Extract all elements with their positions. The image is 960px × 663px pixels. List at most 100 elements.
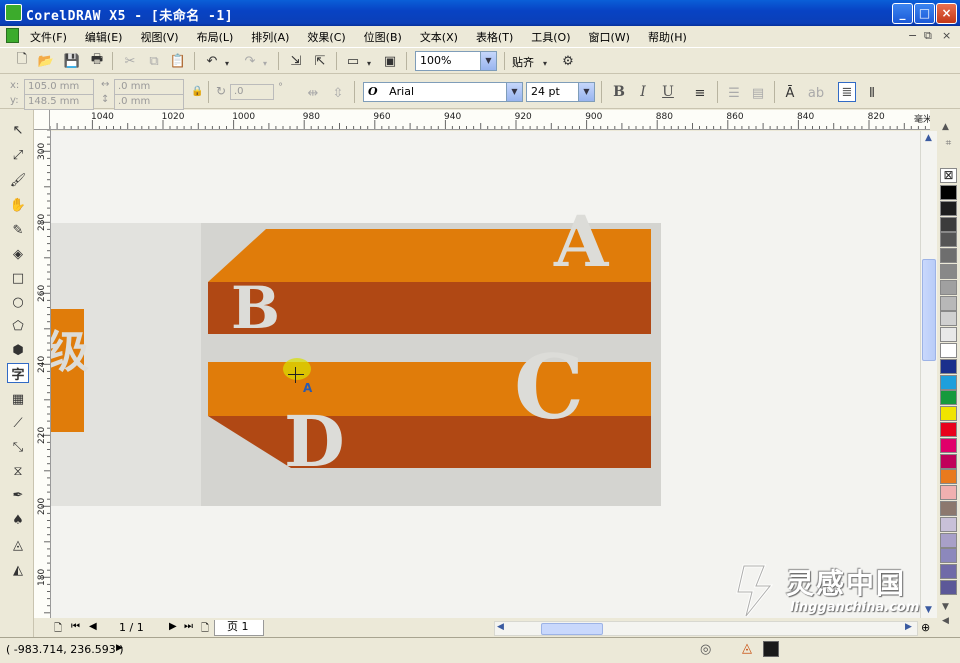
interactive-fill-icon[interactable]: ◭	[7, 560, 29, 580]
undo-icon[interactable]: ↶	[202, 51, 222, 71]
palette-swatch[interactable]	[940, 311, 957, 327]
palette-swatch[interactable]	[940, 422, 957, 437]
drop-cap-icon[interactable]: ▤	[748, 83, 768, 103]
menu-item[interactable]: 帮助(H)	[648, 29, 687, 45]
open-icon[interactable]: 📂	[36, 51, 56, 71]
document-icon[interactable]	[6, 28, 19, 43]
ruler-origin[interactable]	[34, 110, 50, 130]
horizontal-scroll-thumb[interactable]	[541, 623, 603, 635]
pick-tool-icon[interactable]: ↖	[7, 120, 29, 140]
status-expand-icon[interactable]: ▶	[116, 643, 123, 653]
palette-swatch[interactable]	[940, 279, 957, 295]
x-position-field[interactable]: 105.0 mm	[24, 79, 94, 95]
outline-pen-icon[interactable]: ♠	[7, 510, 29, 530]
letter-b[interactable]: B	[231, 279, 280, 337]
table-tool-icon[interactable]: ▦	[7, 389, 29, 409]
snap-to-label[interactable]: 贴齐	[512, 54, 534, 70]
vertical-ruler[interactable]: 300 280 260 240 220 200 180	[34, 130, 51, 618]
doc-close-icon[interactable]: ×	[942, 29, 951, 42]
first-page-icon[interactable]: ⏮	[71, 621, 80, 632]
outline-color-icon[interactable]: ◎	[700, 642, 711, 657]
menu-item[interactable]: 窗口(W)	[589, 29, 630, 45]
doc-restore-icon[interactable]: ⧉	[924, 29, 932, 43]
palette-swatch[interactable]	[940, 232, 957, 248]
zoom-navigator-icon[interactable]: ⊕	[921, 621, 930, 634]
menu-item[interactable]: 文件(F)	[30, 29, 67, 45]
width-field[interactable]: .0 mm	[114, 79, 184, 95]
blend-tool-icon[interactable]: ⧖	[7, 461, 29, 481]
minimize-button[interactable]: _	[892, 3, 913, 24]
menu-item[interactable]: 表格(T)	[476, 29, 513, 45]
options-icon[interactable]: ⚙	[558, 51, 578, 71]
vertical-scroll-thumb[interactable]	[922, 259, 936, 361]
doc-minimize-icon[interactable]: −	[908, 29, 917, 42]
palette-swatch[interactable]	[940, 469, 957, 485]
palette-swatch[interactable]	[940, 216, 957, 232]
coreldraw-app-icon[interactable]	[5, 4, 22, 21]
smart-fill-icon[interactable]: ◈	[7, 244, 29, 264]
freehand-tool-icon[interactable]: ✎	[7, 220, 29, 240]
menu-item[interactable]: 布局(L)	[197, 29, 234, 45]
palette-swatch[interactable]	[940, 358, 957, 374]
menu-item[interactable]: 编辑(E)	[85, 29, 123, 45]
palette-swatch[interactable]	[940, 295, 957, 311]
scroll-right-icon[interactable]: ▶	[905, 622, 912, 632]
lock-ratio-icon[interactable]: 🔒	[191, 86, 203, 97]
add-page-after-icon[interactable]: 🗋	[201, 621, 209, 638]
page-tab-1[interactable]: 页 1	[214, 620, 264, 636]
next-page-icon[interactable]: ▶	[169, 621, 177, 632]
menu-item[interactable]: 效果(C)	[307, 29, 345, 45]
palette-swatch[interactable]	[940, 264, 957, 279]
application-launcher-icon[interactable]: ▭	[343, 51, 363, 71]
bullet-list-icon[interactable]: ☰	[724, 83, 744, 103]
palette-swatch[interactable]	[940, 185, 957, 200]
connector-tool-icon[interactable]: ⤡	[7, 437, 29, 457]
palette-swatch[interactable]	[940, 564, 957, 580]
dimension-tool-icon[interactable]: ⟋	[7, 413, 29, 433]
bold-button[interactable]: B	[610, 82, 628, 102]
palette-swatch[interactable]	[940, 485, 957, 501]
palette-swatch[interactable]	[940, 200, 957, 216]
palette-swatch[interactable]	[940, 437, 957, 453]
font-family-select[interactable]: O Arial ▼	[363, 82, 523, 102]
save-icon[interactable]: 💾	[62, 51, 82, 71]
undo-dropdown-icon[interactable]: ▾	[222, 53, 232, 73]
copy-icon[interactable]: ⧉	[144, 51, 164, 71]
text-align-icon[interactable]: ≡	[690, 83, 710, 103]
launcher-dropdown-icon[interactable]: ▾	[364, 53, 374, 73]
drawing-canvas[interactable]: A B C D 级 A	[51, 131, 920, 618]
menu-item[interactable]: 文本(X)	[420, 29, 458, 45]
character-formatting-icon[interactable]: Ā	[780, 83, 800, 103]
ellipse-tool-icon[interactable]: ○	[7, 292, 29, 312]
scroll-up-icon[interactable]: ▲	[925, 133, 932, 143]
edit-text-icon[interactable]: ab	[806, 83, 826, 103]
vertical-scrollbar[interactable]: ▲ ▼	[920, 131, 937, 618]
mirror-vertical-icon[interactable]: ⇳	[328, 83, 348, 103]
vertical-text-icon[interactable]: ⦀	[862, 83, 882, 103]
paste-icon[interactable]: 📋	[168, 51, 188, 71]
new-document-icon[interactable]: 🗋	[12, 51, 32, 71]
fill-tool-icon[interactable]: ◬	[7, 535, 29, 555]
import-icon[interactable]: ⇲	[286, 51, 306, 71]
smudge-brush-icon[interactable]: 🖌	[7, 170, 29, 190]
last-page-icon[interactable]: ⏭	[184, 621, 193, 632]
maximize-button[interactable]: □	[914, 3, 935, 24]
palette-swatch[interactable]	[940, 580, 957, 595]
fill-color-icon[interactable]: ◬	[742, 641, 752, 656]
menu-item[interactable]: 位图(B)	[364, 29, 402, 45]
palette-swatch[interactable]	[940, 501, 957, 516]
letter-d[interactable]: D	[284, 407, 345, 469]
snap-dropdown-icon[interactable]: ▾	[540, 53, 550, 73]
scroll-left-icon[interactable]: ◀	[497, 622, 504, 632]
horizontal-text-button[interactable]: ≣	[838, 82, 856, 102]
text-tool-icon[interactable]: 字	[7, 363, 29, 383]
horizontal-scrollbar[interactable]: ◀ ▶	[494, 621, 918, 636]
height-field[interactable]: .0 mm	[114, 94, 184, 110]
palette-options-icon[interactable]: ⌗	[940, 138, 957, 152]
export-icon[interactable]: ⇱	[310, 51, 330, 71]
mirror-horizontal-icon[interactable]: ⇹	[303, 83, 323, 103]
palette-swatch[interactable]	[940, 532, 957, 548]
palette-swatch[interactable]	[940, 390, 957, 406]
cut-icon[interactable]: ✂	[120, 51, 140, 71]
palette-swatch[interactable]	[940, 343, 957, 358]
